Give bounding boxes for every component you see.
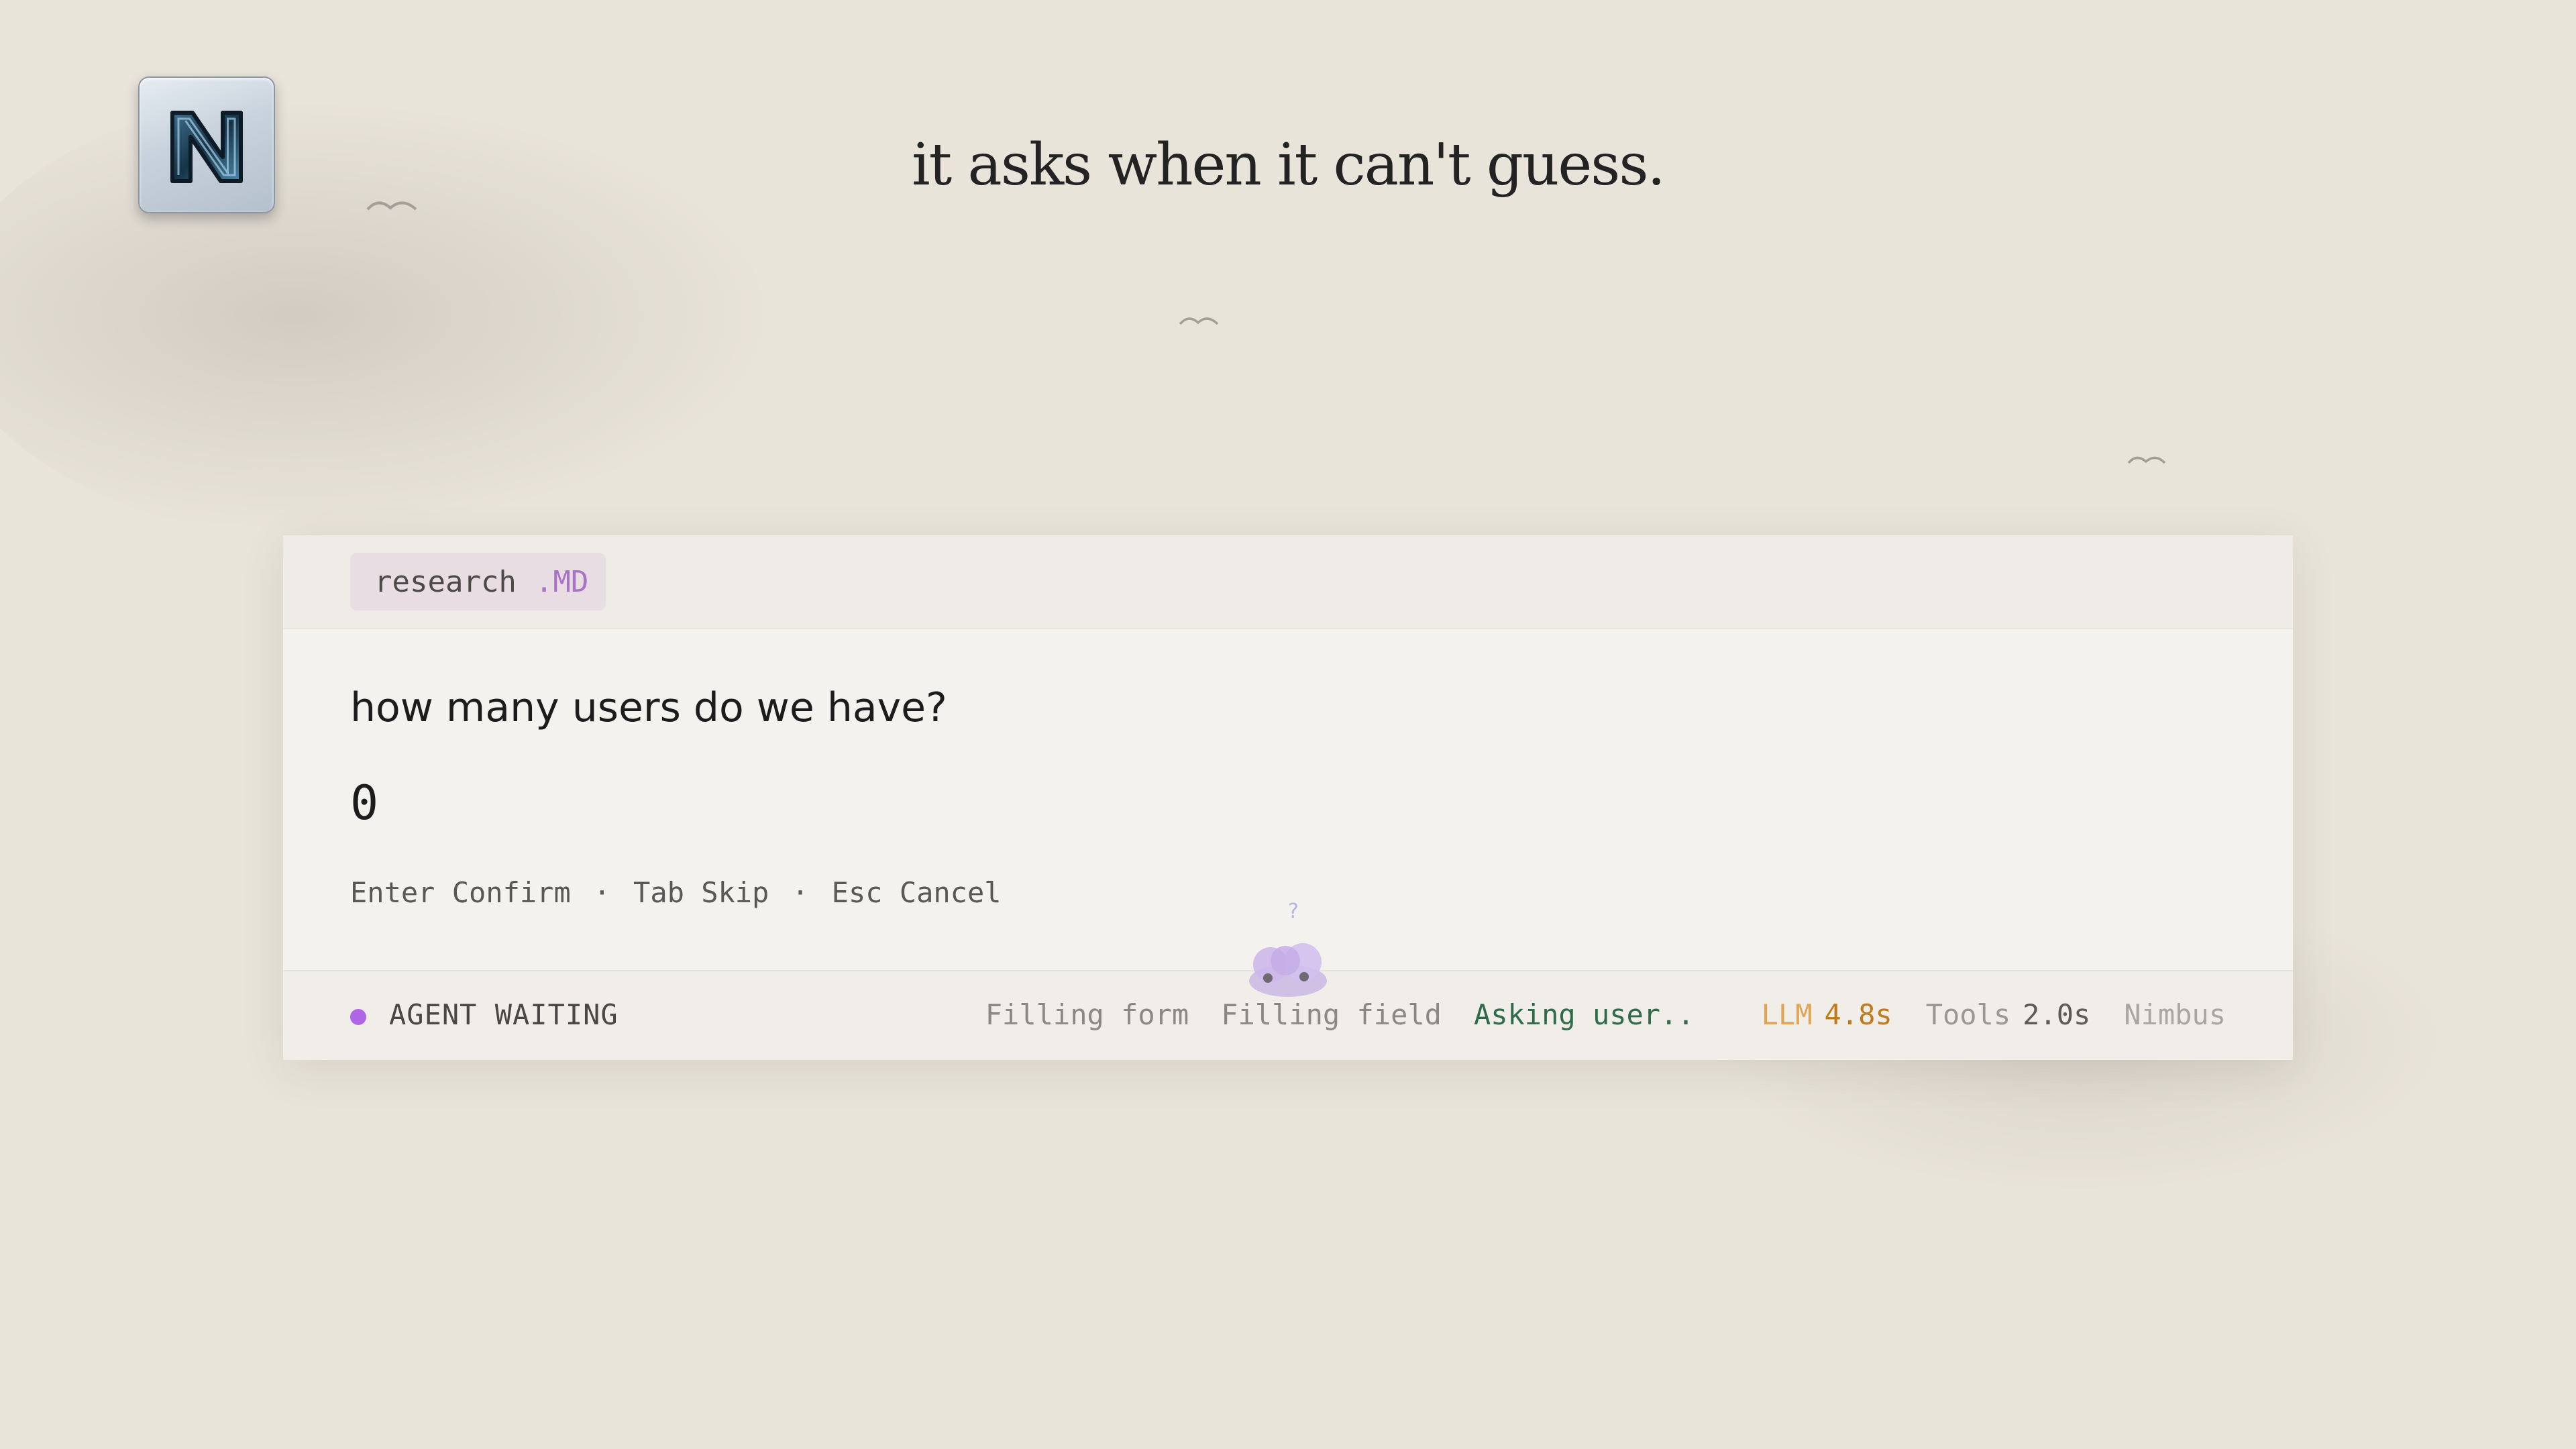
hint-confirm[interactable]: Enter Confirm [350,876,571,909]
status-dot [350,1009,366,1025]
hint-key: Esc [831,876,883,909]
hint-label: Skip [701,876,769,909]
headline: it asks when it can't guess. [912,131,1666,199]
hint-skip[interactable]: Tab Skip [633,876,769,909]
mascot-question-bubble: ? [1288,900,1299,923]
llm-time: 4.8s [1824,998,1892,1031]
tools-label: Tools [1925,998,2011,1031]
brand-label: Nimbus [2124,998,2226,1031]
file-name: research [374,564,517,599]
keyboard-hints: Enter Confirm · Tab Skip · Esc Cancel [350,876,1002,909]
cloud-mascot: ? [1242,896,1330,1004]
cloud-mascot-icon: ? [1249,900,1327,997]
hint-key: Tab [633,876,684,909]
hint-label: Cancel [899,876,1002,909]
hint-separator: · [792,876,809,909]
llm-label: LLM [1761,998,1813,1031]
hint-key: Enter [350,876,435,909]
card-header: research .MD [283,535,2293,629]
hint-label: Confirm [451,876,571,909]
step-filling-form: Filling form [985,998,1189,1031]
step-asking-user: Asking user.. [1473,998,1695,1031]
hint-cancel[interactable]: Esc Cancel [832,876,1002,909]
bird-icon [2127,449,2167,470]
hint-separator: · [593,876,611,909]
tools-time: 2.0s [2023,998,2091,1031]
file-extension: .MD [535,564,589,599]
answer-input[interactable]: 0 [350,775,378,830]
status-steps: Filling form Filling field Asking user..… [953,998,2226,1031]
file-tag[interactable]: research .MD [350,553,606,610]
bird-icon [1178,310,1220,331]
question-prompt: how many users do we have? [350,684,947,731]
status-label: AGENT WAITING [389,998,619,1031]
